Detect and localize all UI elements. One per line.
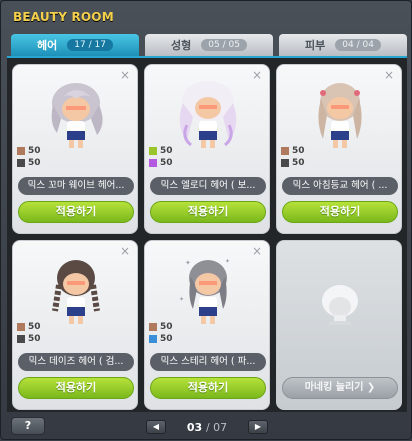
avatar-starry-hair: ✦ ✦ ✦ [179, 258, 230, 324]
hair-name: 믹스 엘로디 헤어 ( 보... [150, 177, 266, 195]
color-swatch [149, 147, 157, 155]
page-total: / 07 [205, 420, 228, 434]
stat-row: 50 [17, 145, 41, 157]
card-stats: 50 50 [149, 321, 173, 345]
card-stats: 50 50 [17, 321, 41, 345]
color-swatch [149, 323, 157, 331]
tab-face[interactable]: 성형 05 / 05 [145, 34, 273, 56]
beauty-room-window: BEAUTY ROOM 헤어 17 / 17 성형 05 / 05 피부 04 … [0, 0, 412, 440]
tab-bar: 헤어 17 / 17 성형 05 / 05 피부 04 / 04 [11, 34, 407, 56]
tab-hair-label: 헤어 [37, 39, 58, 52]
stat-value: 50 [160, 158, 173, 168]
avatar-daisy-hair [52, 260, 100, 324]
color-swatch [149, 335, 157, 343]
close-icon[interactable]: × [120, 244, 130, 258]
color-swatch [149, 159, 157, 167]
page-current: 03 [186, 420, 203, 434]
stat-value: 50 [292, 158, 305, 168]
empty-mannequin-slot: 마네킹 늘리기 ❯ [276, 240, 402, 410]
stat-row: 50 [149, 145, 173, 157]
mannequin-card: × 50 50 믹스 꼬마 웨이브 헤어... 적용하기 [12, 64, 138, 234]
stat-row: 50 [17, 321, 41, 333]
tab-face-label: 성형 [171, 39, 192, 52]
apply-button[interactable]: 적용하기 [150, 201, 266, 223]
tab-skin-label: 피부 [305, 39, 326, 52]
apply-button[interactable]: 적용하기 [150, 377, 266, 399]
stat-row: 50 [281, 145, 305, 157]
color-swatch [17, 147, 25, 155]
tab-skin-count: 04 / 04 [335, 39, 381, 51]
help-button[interactable]: ? [11, 417, 45, 435]
tab-skin[interactable]: 피부 04 / 04 [279, 34, 407, 56]
stat-row: 50 [17, 157, 41, 169]
stat-value: 50 [160, 322, 173, 332]
close-icon[interactable]: × [120, 68, 130, 82]
mannequin-grid: × 50 50 믹스 꼬마 웨이브 헤어... 적용하기 × 50 50 믹스 … [7, 56, 407, 412]
color-swatch [281, 159, 289, 167]
close-icon[interactable]: × [252, 244, 262, 258]
hair-name: 믹스 데이즈 헤어 ( 검... [18, 353, 134, 371]
hair-name: 믹스 꼬마 웨이브 헤어... [18, 177, 134, 195]
mannequin-head-icon [322, 285, 358, 325]
stat-value: 50 [28, 334, 41, 344]
stat-row: 50 [149, 321, 173, 333]
stat-value: 50 [28, 322, 41, 332]
card-stats: 50 50 [281, 145, 305, 169]
apply-button[interactable]: 적용하기 [18, 201, 134, 223]
svg-text:✦: ✦ [185, 259, 191, 267]
mannequin-card: × 50 50 믹스 데이즈 헤어 ( 검... 적용하기 [12, 240, 138, 410]
close-icon[interactable]: × [384, 68, 394, 82]
mannequin-card: × ✦ ✦ ✦ 50 50 믹스 스테리 헤어 ( 파... 적용하기 [144, 240, 270, 410]
stat-value: 50 [28, 158, 41, 168]
stat-value: 50 [160, 146, 173, 156]
stat-value: 50 [28, 146, 41, 156]
page-indicator: 03 / 07 [187, 421, 227, 434]
color-swatch [17, 323, 25, 331]
window-title: BEAUTY ROOM [13, 10, 114, 24]
stat-row: 50 [281, 157, 305, 169]
stat-row: 50 [149, 333, 173, 345]
pagination: ◀ 03 / 07 ▶ [146, 419, 268, 435]
tab-hair-count: 17 / 17 [67, 39, 113, 51]
hair-name: 믹스 아침등교 헤어 ( ... [282, 177, 398, 195]
apply-button[interactable]: 적용하기 [18, 377, 134, 399]
avatar-elodie-hair [179, 81, 237, 148]
stat-row: 50 [149, 157, 173, 169]
next-page-icon[interactable]: ▶ [247, 420, 268, 434]
close-icon[interactable]: × [252, 68, 262, 82]
avatar-morning-school-hair [318, 83, 362, 148]
avatar-wavy-hair [51, 83, 103, 148]
footer-bar: ? ◀ 03 / 07 ▶ [1, 413, 412, 441]
stat-value: 50 [160, 334, 173, 344]
expand-mannequin-button[interactable]: 마네킹 늘리기 ❯ [282, 377, 398, 399]
mannequin-card: × 50 50 믹스 엘로디 헤어 ( 보... 적용하기 [144, 64, 270, 234]
tab-face-count: 05 / 05 [201, 39, 247, 51]
mannequin-card: × 50 50 믹스 아침등교 헤어 ( ... 적용하기 [276, 64, 402, 234]
hair-name: 믹스 스테리 헤어 ( 파... [150, 353, 266, 371]
svg-text:✦: ✦ [179, 296, 184, 303]
color-swatch [17, 335, 25, 343]
color-swatch [281, 147, 289, 155]
apply-button[interactable]: 적용하기 [282, 201, 398, 223]
card-stats: 50 50 [149, 145, 173, 169]
card-stats: 50 50 [17, 145, 41, 169]
stat-row: 50 [17, 333, 41, 345]
stat-value: 50 [292, 146, 305, 156]
svg-text:✦: ✦ [225, 258, 230, 265]
prev-page-icon[interactable]: ◀ [146, 420, 166, 434]
tab-hair[interactable]: 헤어 17 / 17 [11, 34, 139, 56]
color-swatch [17, 159, 25, 167]
